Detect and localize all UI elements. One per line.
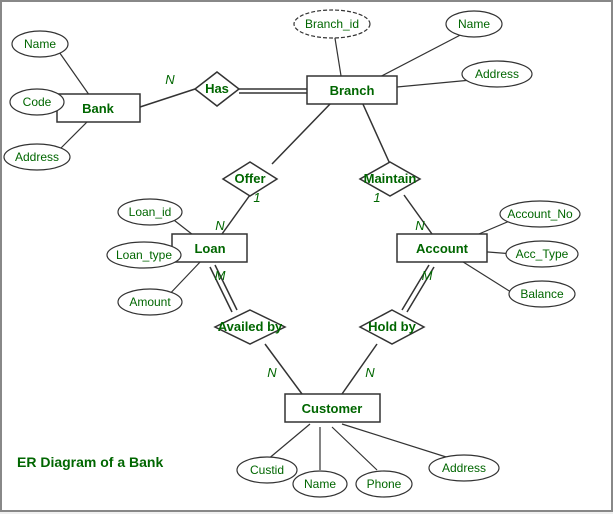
svg-text:Account: Account <box>416 241 469 256</box>
svg-text:N: N <box>365 365 375 380</box>
svg-text:Balance: Balance <box>520 287 564 301</box>
svg-text:Address: Address <box>15 150 59 164</box>
svg-text:Code: Code <box>23 95 52 109</box>
diagram-title: ER Diagram of a Bank <box>17 454 163 470</box>
svg-text:N: N <box>165 72 175 87</box>
svg-text:Branch: Branch <box>330 83 375 98</box>
svg-text:Customer: Customer <box>302 401 363 416</box>
svg-text:M: M <box>422 268 433 283</box>
er-diagram-canvas: Bank Branch Loan Account Customer Has Of… <box>0 0 613 512</box>
svg-text:Loan: Loan <box>194 241 225 256</box>
svg-text:Loan_id: Loan_id <box>129 205 172 219</box>
svg-text:N: N <box>267 365 277 380</box>
svg-text:Address: Address <box>442 461 486 475</box>
svg-text:Amount: Amount <box>129 295 171 309</box>
svg-text:Address: Address <box>475 67 519 81</box>
svg-text:Hold by: Hold by <box>368 319 416 334</box>
svg-text:Offer: Offer <box>234 171 265 186</box>
svg-text:Acc_Type: Acc_Type <box>516 247 569 261</box>
svg-text:Name: Name <box>304 477 336 491</box>
svg-text:Custid: Custid <box>250 463 284 477</box>
svg-text:Loan_type: Loan_type <box>116 248 172 262</box>
svg-text:Name: Name <box>458 17 490 31</box>
svg-text:Account_No: Account_No <box>507 207 573 221</box>
svg-text:N: N <box>415 218 425 233</box>
svg-text:N: N <box>215 218 225 233</box>
er-svg: Bank Branch Loan Account Customer Has Of… <box>2 2 613 514</box>
svg-text:Bank: Bank <box>82 101 115 116</box>
svg-text:1: 1 <box>373 190 380 205</box>
svg-text:M: M <box>215 268 226 283</box>
svg-text:Phone: Phone <box>367 477 402 491</box>
svg-text:Branch_id: Branch_id <box>305 17 359 31</box>
svg-text:Name: Name <box>24 37 56 51</box>
svg-text:1: 1 <box>253 190 260 205</box>
svg-text:Has: Has <box>205 81 229 96</box>
svg-text:Maintain: Maintain <box>364 171 417 186</box>
svg-text:Availed by: Availed by <box>218 319 283 334</box>
